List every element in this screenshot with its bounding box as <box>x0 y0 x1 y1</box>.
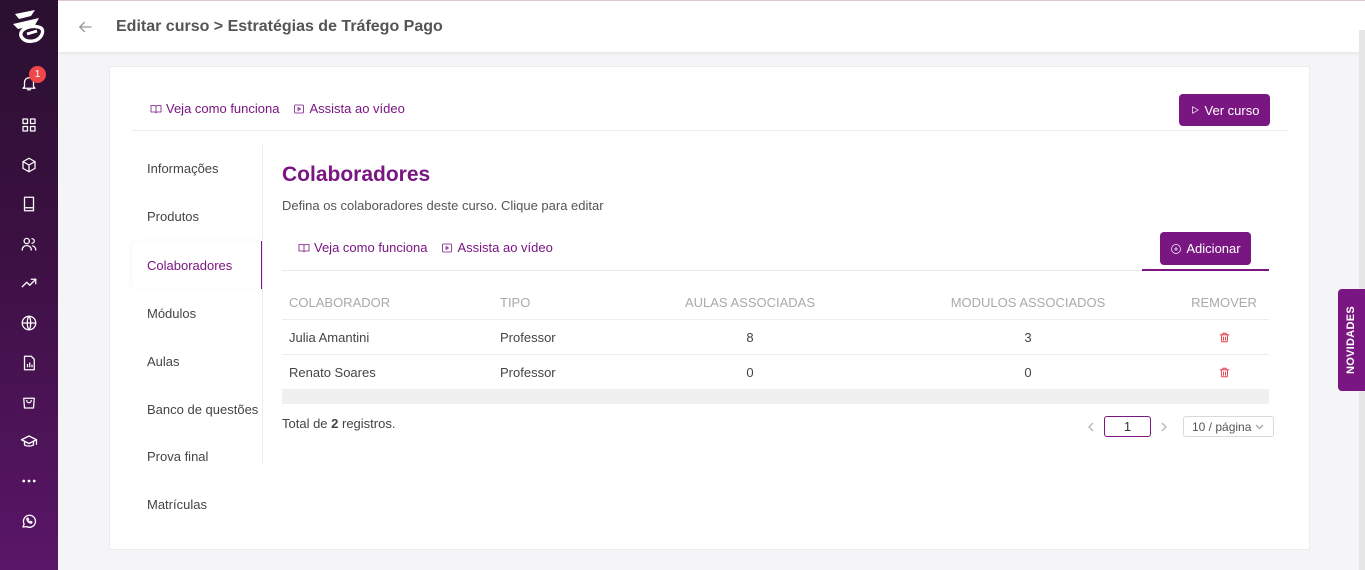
products-icon[interactable] <box>19 155 39 175</box>
sidebar: 1 <box>0 0 58 570</box>
tab-informacoes[interactable]: Informações <box>132 144 263 192</box>
tab-modulos[interactable]: Módulos <box>132 289 263 337</box>
whatsapp-icon[interactable] <box>19 511 39 531</box>
next-page-icon[interactable] <box>1159 420 1169 434</box>
help-links: Veja como funciona Assista ao vídeo <box>150 101 405 116</box>
table-row[interactable]: Renato Soares Professor 0 0 <box>282 354 1269 389</box>
top-header: Editar curso > Estratégias de Tráfego Pa… <box>58 0 1365 53</box>
header-modulos[interactable]: MODULOS ASSOCIADOS <box>908 285 1148 319</box>
view-course-button[interactable]: Ver curso <box>1179 94 1270 126</box>
section-title: Colaboradores <box>282 163 431 186</box>
prev-page-icon[interactable] <box>1086 420 1096 434</box>
how-it-works-link[interactable]: Veja como funciona <box>150 101 279 116</box>
how-it-works-label: Veja como funciona <box>166 101 280 116</box>
tab-aulas[interactable]: Aulas <box>132 337 263 385</box>
header-remover: REMOVER <box>1191 294 1257 310</box>
trending-icon[interactable] <box>19 273 39 293</box>
tab-colaboradores[interactable]: Colaboradores <box>132 241 263 289</box>
tab-produtos[interactable]: Produtos <box>132 192 263 240</box>
notification-badge: 1 <box>29 66 46 83</box>
table-row[interactable]: Julia Amantini Professor 8 3 <box>282 319 1269 354</box>
collaborators-table: COLABORADOR TIPO AULAS ASSOCIADAS MODULO… <box>282 285 1269 404</box>
total-prefix: Total de <box>282 416 332 431</box>
section-description: Defina os colaboradores deste curso. Cli… <box>282 198 604 213</box>
chevron-down-icon <box>1255 424 1264 429</box>
novidades-tab[interactable]: NOVIDADES <box>1338 289 1365 391</box>
header-aulas[interactable]: AULAS ASSOCIADAS <box>640 285 860 319</box>
section-watch-video-link[interactable]: Assista ao vídeo <box>441 240 553 255</box>
cell-lessons: 8 <box>746 329 754 345</box>
graduation-icon[interactable] <box>19 432 39 452</box>
course-editor-card: Veja como funciona Assista ao vídeo Ver … <box>109 66 1310 550</box>
section-help-links: Veja como funciona Assista ao vídeo <box>298 240 553 255</box>
divider <box>132 130 1288 131</box>
tab-banco-de-questoes[interactable]: Banco de questões <box>132 385 263 433</box>
page-size-value: 10 / página <box>1192 419 1252 434</box>
play-icon <box>1191 106 1199 114</box>
more-icon[interactable] <box>19 471 39 491</box>
view-course-label: Ver curso <box>1204 102 1260 118</box>
total-records: Total de 2 registros. <box>282 416 395 431</box>
table-scroll-bar[interactable] <box>282 389 1269 404</box>
plus-circle-icon <box>1171 243 1182 254</box>
cell-remove <box>1169 355 1279 389</box>
section-how-it-works-label: Veja como funciona <box>314 240 428 255</box>
cell-type: Professor <box>500 364 556 380</box>
breadcrumb: Editar curso > Estratégias de Tráfego Pa… <box>116 18 443 35</box>
globe-icon[interactable] <box>19 313 39 333</box>
page-size-select[interactable]: 10 / página <box>1183 416 1274 437</box>
total-suffix: registros. <box>338 416 396 431</box>
cell-remove <box>1169 320 1279 354</box>
book-open-icon <box>150 104 162 113</box>
add-collaborator-label: Adicionar <box>1186 241 1241 256</box>
cell-modules: 0 <box>1024 364 1032 380</box>
page-input[interactable]: 1 <box>1104 416 1151 437</box>
tab-matriculas[interactable]: Matrículas <box>132 480 263 528</box>
cell-name: Julia Amantini <box>289 329 370 345</box>
tab-prova-final[interactable]: Prova final <box>132 432 263 480</box>
active-underline <box>1142 269 1269 271</box>
courses-icon[interactable] <box>19 194 39 214</box>
add-collaborator-button[interactable]: Adicionar <box>1160 232 1251 265</box>
users-icon[interactable] <box>19 234 39 254</box>
section-how-it-works-link[interactable]: Veja como funciona <box>298 240 427 255</box>
video-icon <box>294 104 305 113</box>
watch-video-label: Assista ao vídeo <box>309 101 405 116</box>
cell-name: Renato Soares <box>289 364 376 380</box>
shop-icon[interactable] <box>19 392 39 412</box>
header-tipo[interactable]: TIPO <box>500 285 530 319</box>
trash-icon[interactable] <box>1218 366 1231 379</box>
video-icon <box>442 243 453 252</box>
header-colaborador[interactable]: COLABORADOR <box>289 285 390 319</box>
divider <box>282 270 1142 271</box>
book-open-icon <box>298 243 310 252</box>
cell-type: Professor <box>500 329 556 345</box>
section-watch-video-label: Assista ao vídeo <box>457 240 553 255</box>
novidades-label: NOVIDADES <box>1345 305 1358 375</box>
back-arrow-icon[interactable] <box>76 18 96 38</box>
cell-modules: 3 <box>1024 329 1032 345</box>
tabs-divider <box>262 145 263 465</box>
trash-icon[interactable] <box>1218 331 1231 344</box>
pagination: 1 10 / página <box>1086 416 1274 437</box>
watch-video-link[interactable]: Assista ao vídeo <box>293 101 405 116</box>
reports-icon[interactable] <box>19 353 39 373</box>
brand-logo[interactable] <box>9 6 49 46</box>
cell-lessons: 0 <box>746 364 754 380</box>
dashboard-icon[interactable] <box>19 115 39 135</box>
table-header: COLABORADOR TIPO AULAS ASSOCIADAS MODULO… <box>282 285 1269 319</box>
